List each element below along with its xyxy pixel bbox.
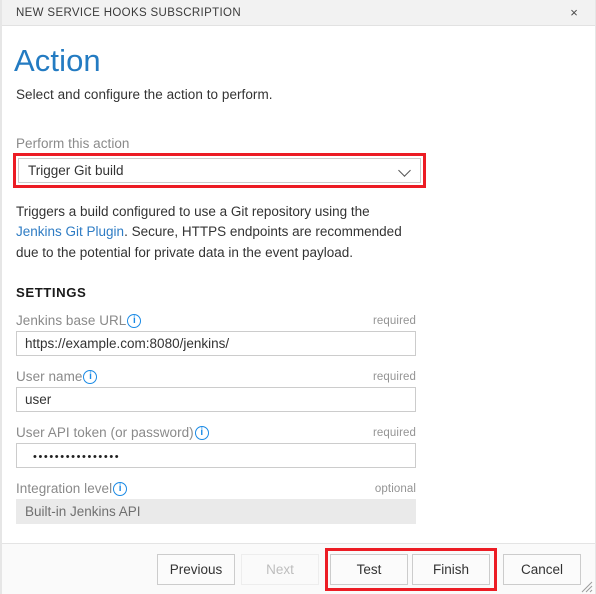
action-select-value: Trigger Git build: [28, 162, 124, 178]
jenkins-base-url-input[interactable]: [16, 331, 416, 357]
info-icon[interactable]: i: [83, 369, 98, 384]
field-label: Jenkins base URL: [16, 313, 127, 329]
dialog-footer: Previous Next Test Finish Cancel: [2, 543, 595, 594]
field-label-group: Integration level i: [16, 481, 128, 497]
integration-level-input: [16, 499, 416, 525]
user-name-input[interactable]: [16, 387, 416, 413]
resize-grip-icon[interactable]: [579, 579, 593, 593]
page-title: Action: [14, 43, 101, 78]
field-label-row: User name i required: [16, 369, 416, 384]
finish-button[interactable]: Finish: [412, 553, 490, 585]
field-requirement: required: [373, 314, 416, 327]
action-select[interactable]: Trigger Git build: [18, 157, 421, 183]
field-requirement: optional: [374, 482, 416, 495]
field-integration-level: Integration level i optional: [16, 481, 416, 525]
field-label-row: Integration level i optional: [16, 481, 416, 496]
field-user-api-token: User API token (or password) i required …: [16, 425, 416, 469]
field-label-group: User name i: [16, 369, 98, 385]
jenkins-git-plugin-link[interactable]: Jenkins Git Plugin: [16, 224, 124, 239]
action-description: Triggers a build configured to use a Git…: [16, 202, 416, 264]
action-description-part1: Triggers a build configured to use a Git…: [16, 203, 370, 219]
field-label-group: Jenkins base URL i: [16, 313, 142, 329]
dialog-title: NEW SERVICE HOOKS SUBSCRIPTION: [16, 6, 241, 19]
field-label: User API token (or password): [16, 425, 194, 441]
field-label-row: User API token (or password) i required: [16, 425, 416, 440]
user-api-token-input[interactable]: ••••••••••••••••: [16, 443, 416, 469]
field-label-group: User API token (or password) i: [16, 425, 209, 440]
field-jenkins-base-url: Jenkins base URL i required: [16, 313, 416, 357]
field-label: Integration level: [16, 481, 113, 497]
field-user-name: User name i required: [16, 369, 416, 413]
next-button: Next: [241, 553, 319, 585]
field-requirement: required: [373, 426, 416, 439]
previous-button[interactable]: Previous: [157, 553, 235, 585]
perform-this-action-label: Perform this action: [16, 135, 130, 151]
new-service-hooks-subscription-dialog: NEW SERVICE HOOKS SUBSCRIPTION × Action …: [0, 0, 596, 594]
test-finish-highlight: Test Finish: [325, 547, 497, 591]
password-mask: ••••••••••••••••: [33, 450, 121, 463]
field-label-row: Jenkins base URL i required: [16, 313, 416, 328]
action-select-highlight: Trigger Git build: [13, 152, 426, 188]
dialog-content: Action Select and configure the action t…: [2, 26, 595, 543]
field-label: User name: [16, 369, 83, 385]
close-icon[interactable]: ×: [563, 3, 585, 23]
info-icon[interactable]: i: [194, 425, 209, 440]
cancel-button[interactable]: Cancel: [503, 553, 581, 585]
info-icon[interactable]: i: [127, 313, 142, 328]
chevron-down-icon: [398, 163, 412, 177]
field-requirement: required: [373, 370, 416, 383]
dialog-titlebar: NEW SERVICE HOOKS SUBSCRIPTION ×: [2, 0, 595, 26]
info-icon[interactable]: i: [113, 481, 128, 496]
test-button[interactable]: Test: [330, 553, 408, 585]
settings-heading: SETTINGS: [16, 285, 87, 301]
page-subtitle: Select and configure the action to perfo…: [16, 86, 273, 102]
